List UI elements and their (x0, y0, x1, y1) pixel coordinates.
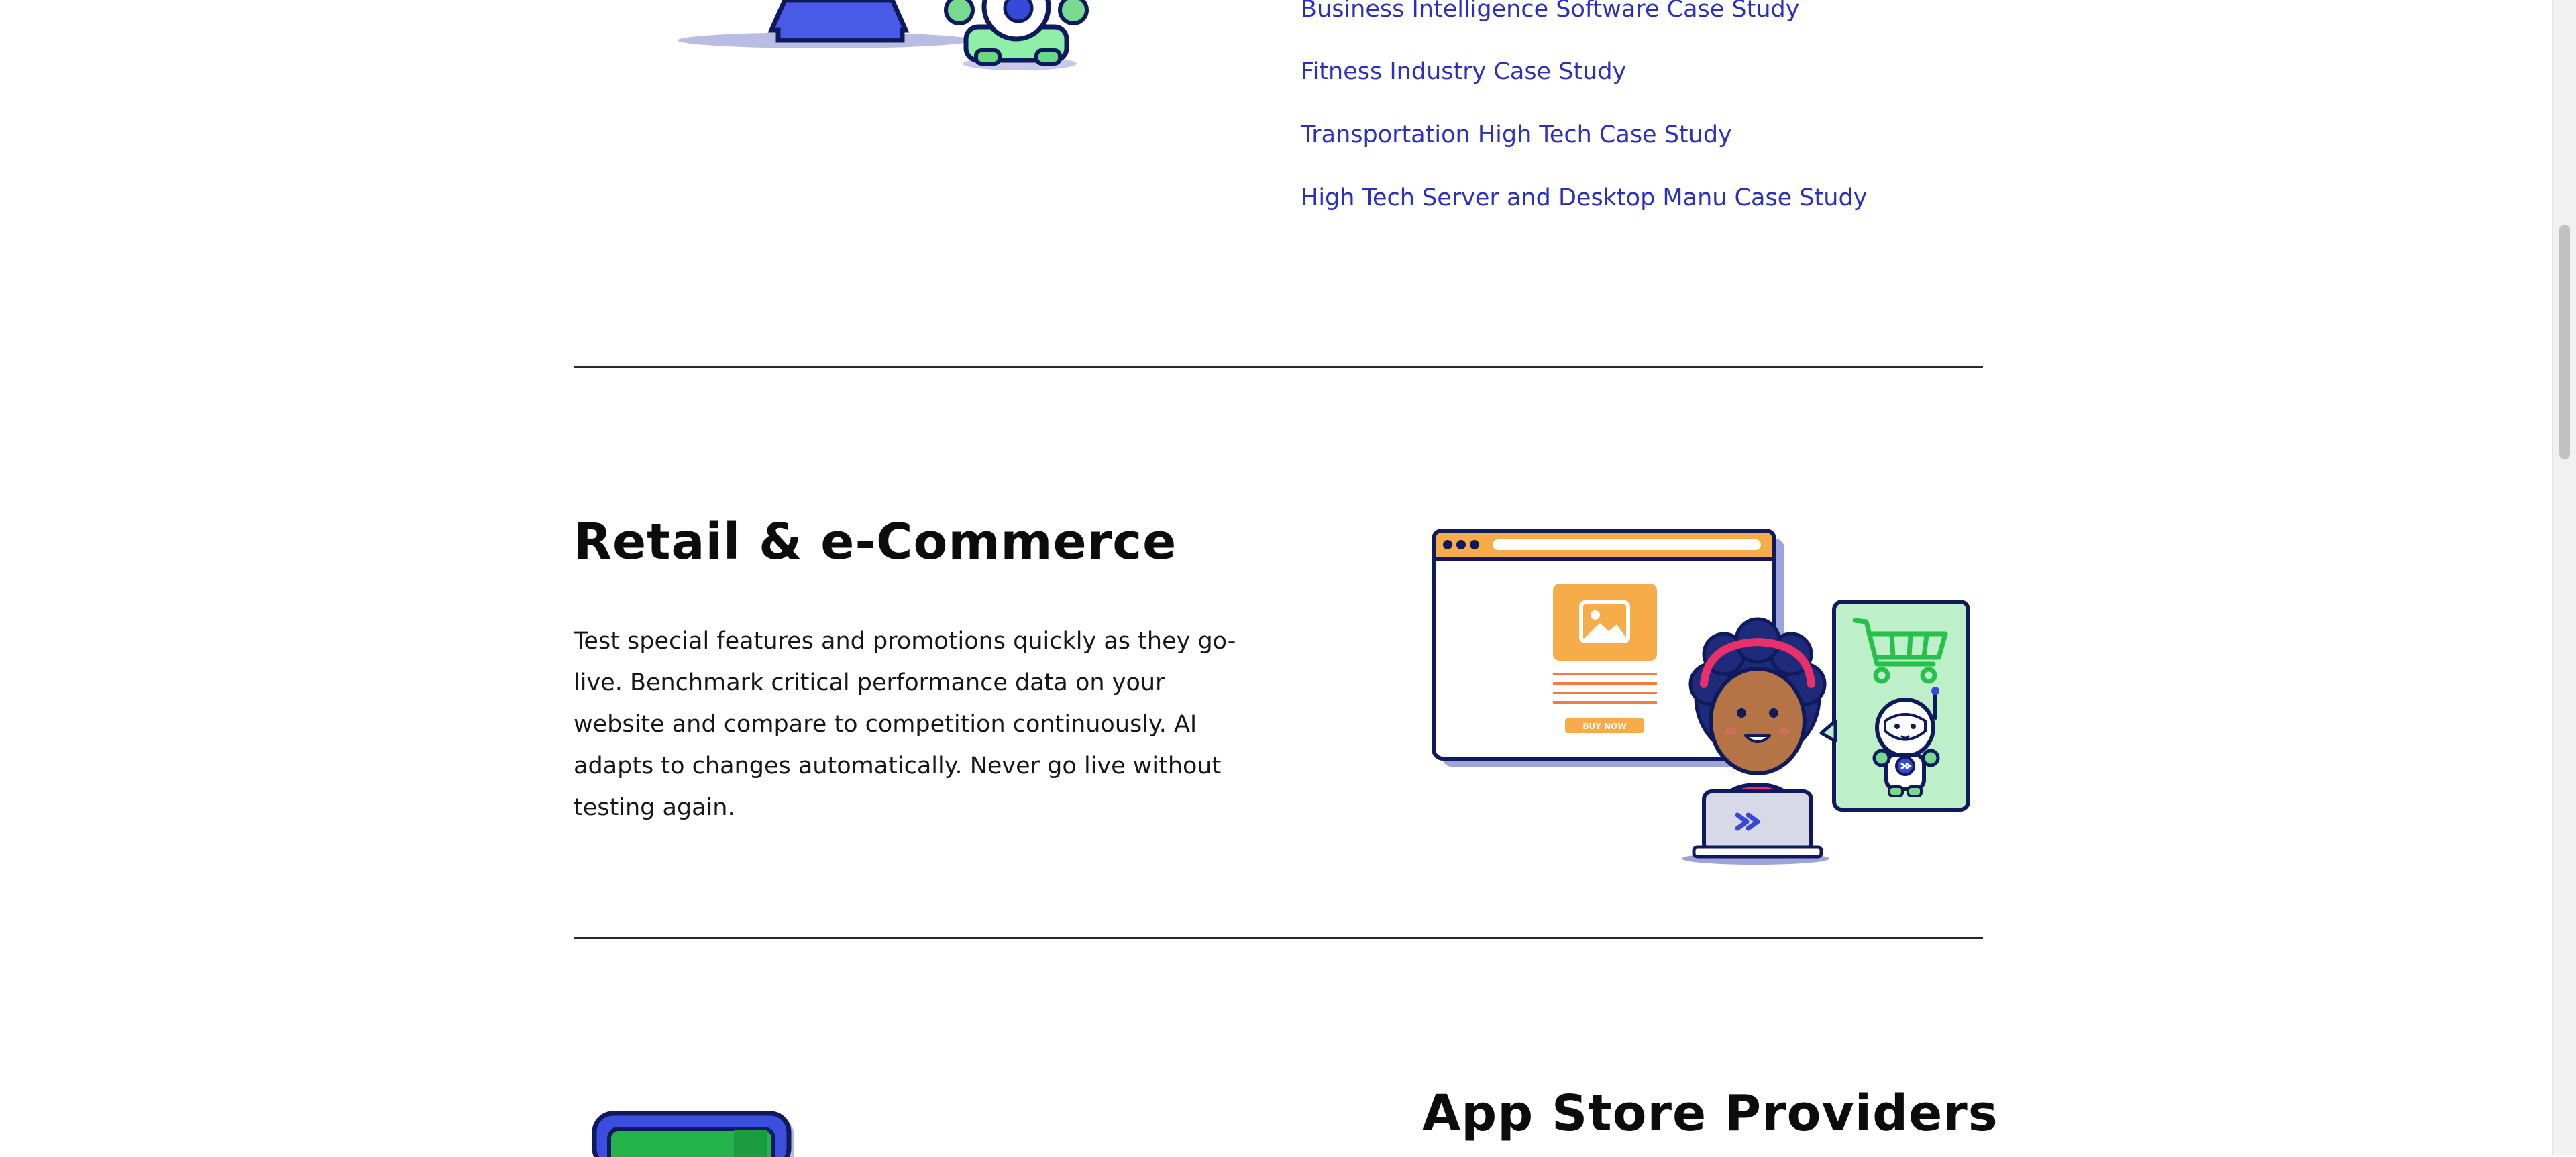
image-icon (1553, 584, 1657, 661)
astronaut-mascot (944, 0, 1089, 66)
case-study-link-high-tech-server[interactable]: High Tech Server and Desktop Manu Case S… (1301, 183, 1867, 213)
laptop-icon (1692, 789, 1823, 859)
podium-icon (767, 0, 910, 43)
case-study-link-transportation[interactable]: Transportation High Tech Case Study (1301, 120, 1732, 150)
section-divider (574, 937, 1983, 939)
case-study-illustration (678, 0, 1089, 70)
app-store-section-title: App Store Providers (1422, 1085, 1998, 1142)
retail-illustration: BUY NOW (1432, 529, 1970, 865)
case-study-link-fitness[interactable]: Fitness Industry Case Study (1301, 57, 1626, 87)
scrollbar-track[interactable] (2552, 0, 2576, 1155)
case-study-link-business-intelligence[interactable]: Business Intelligence Software Case Stud… (1301, 0, 1799, 24)
scrollbar-thumb[interactable] (2559, 225, 2570, 459)
buy-now-label: BUY NOW (1582, 722, 1626, 731)
retail-section-title: Retail & e-Commerce (574, 513, 1177, 571)
app-store-illustration (592, 1111, 794, 1157)
section-divider (574, 366, 1983, 368)
retail-description: Test special features and promotions qui… (574, 628, 1236, 821)
